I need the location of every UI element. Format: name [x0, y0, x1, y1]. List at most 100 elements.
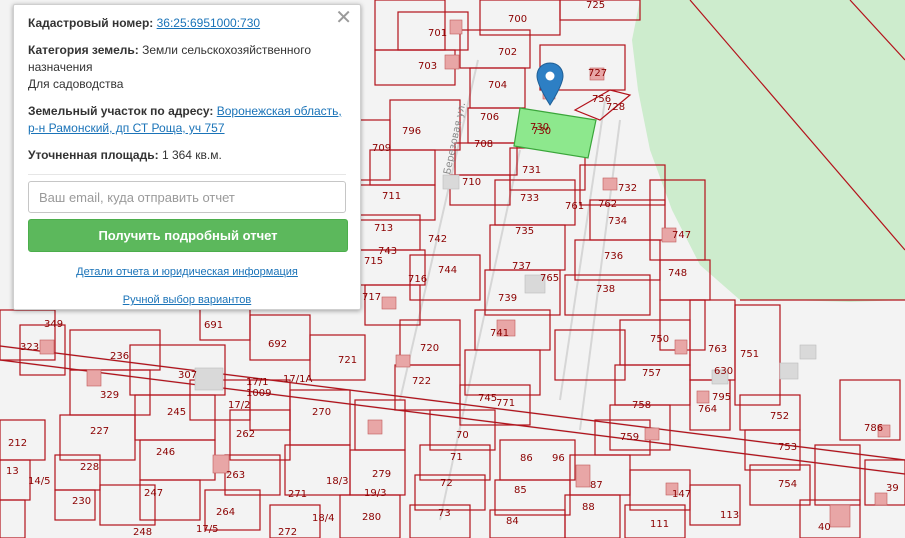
parcel-label: 71 [450, 452, 463, 463]
parcel-label: 262 [236, 429, 255, 440]
cadastral-label: Кадастровый номер: [28, 16, 154, 30]
parcel-label: 73 [438, 508, 451, 519]
parcel-label: 725 [586, 0, 605, 11]
parcel-label: 741 [490, 328, 509, 339]
parcel-label: 733 [520, 193, 539, 204]
parcel-label: 13 [6, 466, 19, 477]
parcel-label: 247 [144, 488, 163, 499]
parcel-label: 248 [133, 527, 152, 538]
parcel-label: 307 [178, 370, 197, 381]
parcel-label: 704 [488, 80, 507, 91]
parcel-label: 708 [474, 139, 493, 150]
parcel-label: 323 [20, 342, 39, 353]
parcel-label: 713 [374, 223, 393, 234]
parcel-label: 734 [608, 216, 627, 227]
parcel-label: 736 [604, 251, 623, 262]
parcel-label: 761 [565, 201, 584, 212]
selected-parcel-730[interactable] [513, 107, 597, 159]
parcel-label: 280 [362, 512, 381, 523]
parcel-label: 732 [618, 183, 637, 194]
parcel-label: 17/2 [228, 400, 250, 411]
parcel-label: 264 [216, 507, 235, 518]
parcel-label: 692 [268, 339, 287, 350]
parcel-label: 744 [438, 265, 457, 276]
parcel-label: 716 [408, 274, 427, 285]
parcel-label: 720 [420, 343, 439, 354]
parcel-label: 147 [672, 489, 691, 500]
email-input[interactable] [28, 181, 346, 213]
area-row: Уточненная площадь: 1 364 кв.м. [28, 147, 346, 164]
parcel-label: 756 [592, 94, 611, 105]
forest-area [632, 0, 905, 302]
parcel-label: 750 [650, 334, 669, 345]
category-label: Категория земель: [28, 43, 139, 57]
parcel-label: 706 [480, 112, 499, 123]
street-label: Березовая ул. [442, 101, 468, 175]
parcel-label: 751 [740, 349, 759, 360]
parcel-label: 271 [288, 489, 307, 500]
parcel-label: 236 [110, 351, 129, 362]
parcel-label: 758 [632, 400, 651, 411]
area-label: Уточненная площадь: [28, 148, 159, 162]
parcel-label: 786 [864, 423, 883, 434]
parcel-label: 795 [712, 392, 731, 403]
parcel-label: 762 [598, 199, 617, 210]
manual-selection-link[interactable]: Ручной выбор вариантов [28, 294, 346, 306]
parcel-label: 39 [886, 483, 899, 494]
parcel-label: 721 [338, 355, 357, 366]
get-report-button[interactable]: Получить подробный отчет [28, 219, 348, 252]
parcel-label: 14/5 [28, 476, 50, 487]
parcel-label: 717 [362, 292, 381, 303]
parcel-label: 765 [540, 273, 559, 284]
parcel-label: 113 [720, 510, 739, 521]
location-marker[interactable] [536, 62, 564, 106]
parcel-label: 702 [498, 47, 517, 58]
parcel-label: 86 [520, 453, 533, 464]
parcel-label: 711 [382, 191, 401, 202]
parcel-label: 709 [372, 143, 391, 154]
parcel-label: 270 [312, 407, 331, 418]
parcel-label: 212 [8, 438, 27, 449]
parcel-label: 691 [204, 320, 223, 331]
parcel-label: 1009 [246, 388, 271, 399]
parcel-label: 742 [428, 234, 447, 245]
parcel-label: 747 [672, 230, 691, 241]
parcel-label: 72 [440, 478, 453, 489]
parcel-label: 737 [512, 261, 531, 272]
report-details-link[interactable]: Детали отчета и юридическая информация [28, 266, 346, 278]
category-row: Категория земель: Земли сельскохозяйстве… [28, 42, 346, 93]
parcel-label: 18/4 [312, 513, 334, 524]
parcel-label: 245 [167, 407, 186, 418]
parcel-label: 771 [496, 398, 515, 409]
parcel-label: 70 [456, 430, 469, 441]
address-label: Земельный участок по адресу: [28, 104, 214, 118]
cadastral-row: Кадастровый номер: 36:25:6951000:730 [28, 15, 346, 32]
parcel-label: 87 [590, 480, 603, 491]
parcel-label: 40 [818, 522, 831, 533]
parcel-label: 730 [530, 122, 549, 133]
address-row: Земельный участок по адресу: Воронежская… [28, 103, 346, 137]
parcel-label: 349 [44, 319, 63, 330]
parcel-label: 743 [378, 246, 397, 257]
cadastral-link[interactable]: 36:25:6951000:730 [157, 16, 260, 30]
parcel-label: 279 [372, 469, 391, 480]
divider [28, 174, 346, 175]
parcel-label: 700 [508, 14, 527, 25]
parcel-label: 759 [620, 432, 639, 443]
parcel-label: 764 [698, 404, 717, 415]
parcel-label: 715 [364, 256, 383, 267]
parcel-label: 19/3 [364, 488, 386, 499]
parcel-label: 84 [506, 516, 519, 527]
parcel-label: 228 [80, 462, 99, 473]
parcel-label: 735 [515, 226, 534, 237]
parcel-label: 722 [412, 376, 431, 387]
parcel-label: 85 [514, 485, 527, 496]
parcel-label: 739 [498, 293, 517, 304]
parcel-label: 738 [596, 284, 615, 295]
close-icon[interactable]: ✕ [335, 8, 352, 28]
parcel-label: 230 [72, 496, 91, 507]
parcel-label: 329 [100, 390, 119, 401]
parcel-label: 246 [156, 447, 175, 458]
parcel-label: 703 [418, 61, 437, 72]
parcel-label: 17/5 [196, 524, 218, 535]
